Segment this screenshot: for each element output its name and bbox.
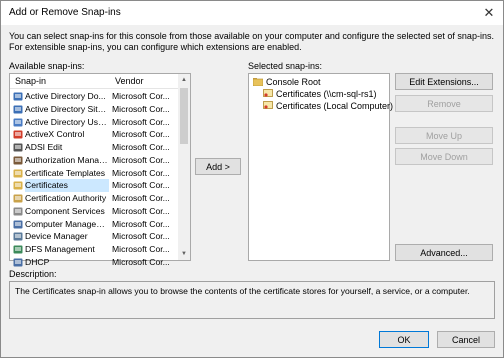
snapin-vendor: Microsoft Cor...	[112, 256, 170, 267]
snapin-vendor: Microsoft Cor...	[112, 244, 170, 254]
description-label: Description:	[9, 269, 57, 279]
snapin-row[interactable]: Device Manager Microsoft Cor...	[10, 230, 178, 243]
snapin-vendor: Microsoft Cor...	[112, 142, 170, 152]
snapin-row[interactable]: Active Directory Use... Microsoft Cor...	[10, 116, 178, 129]
snapin-name: ActiveX Control	[25, 129, 85, 140]
snapin-name: Certificate Templates	[25, 167, 106, 178]
edit-extensions-button[interactable]: Edit Extensions...	[395, 73, 493, 90]
scroll-up-arrow-icon[interactable]: ▲	[178, 74, 190, 86]
snapin-name: Authorization Manager	[25, 154, 109, 165]
dfs-icon	[13, 245, 23, 254]
remove-button[interactable]: Remove	[395, 95, 493, 112]
certificate-icon	[263, 101, 273, 109]
ad-domains-icon	[13, 92, 23, 101]
scroll-thumb[interactable]	[180, 88, 188, 144]
scroll-down-arrow-icon[interactable]: ▼	[178, 248, 190, 260]
snapin-vendor: Microsoft Cor...	[112, 103, 170, 114]
snapin-name: Certification Authority	[25, 193, 107, 203]
component-services-icon	[13, 207, 23, 216]
snapin-vendor: Microsoft Cor...	[112, 205, 170, 216]
move-down-button[interactable]: Move Down	[395, 148, 493, 165]
ad-sites-icon	[13, 105, 23, 114]
cancel-button[interactable]: Cancel	[437, 331, 495, 348]
snapin-name: Certificates	[25, 179, 109, 192]
snapin-row[interactable]: Active Directory Do... Microsoft Cor...	[10, 90, 178, 103]
snapin-rows: Active Directory Do... Microsoft Cor... Ac…	[10, 90, 178, 269]
snapin-vendor: Microsoft Cor...	[112, 218, 170, 229]
description-box: The Certificates snap-in allows you to b…	[9, 281, 495, 319]
snapin-row[interactable]: ActiveX Control Microsoft Cor...	[10, 128, 178, 141]
selected-snapins-tree[interactable]: Console Root Certificates (\\cm-sql-rs1)…	[248, 73, 393, 261]
available-snapins-list[interactable]: Snap-in Vendor Active Directory Do... Mic…	[9, 73, 191, 267]
snapin-vendor: Microsoft Cor...	[112, 91, 170, 101]
snapin-row[interactable]: Active Directory Site... Microsoft Cor...	[10, 103, 178, 116]
column-header-vendor[interactable]: Vendor	[115, 76, 144, 86]
snapin-vendor: Microsoft Cor...	[112, 154, 170, 165]
snapin-row[interactable]: Authorization Manager Microsoft Cor...	[10, 154, 178, 167]
available-snapins-label: Available snap-ins:	[9, 61, 85, 71]
snapin-name: DHCP	[25, 256, 50, 267]
dhcp-icon	[13, 258, 23, 267]
snapin-vendor: Microsoft Cor...	[112, 167, 170, 178]
move-up-button[interactable]: Move Up	[395, 127, 493, 144]
device-manager-icon	[13, 232, 23, 241]
authorization-icon	[13, 156, 23, 165]
vertical-scrollbar[interactable]: ▲ ▼	[178, 74, 190, 260]
certificates-icon	[13, 181, 23, 190]
snapin-row[interactable]: DHCP Microsoft Cor...	[10, 256, 178, 269]
computer-management-icon	[13, 220, 23, 228]
snapin-row[interactable]: ADSI Edit Microsoft Cor...	[10, 141, 178, 154]
column-header-snapin[interactable]: Snap-in	[15, 76, 46, 86]
advanced-button[interactable]: Advanced...	[395, 244, 493, 261]
intro-text: You can select snap-ins for this console…	[9, 31, 494, 52]
title-bar: Add or Remove Snap-ins ✕	[1, 1, 503, 25]
add-button[interactable]: Add >	[195, 158, 241, 175]
ok-button[interactable]: OK	[379, 331, 429, 348]
ad-users-icon	[13, 118, 23, 126]
snapin-name: Component Services	[25, 205, 105, 216]
snapin-vendor: Microsoft Cor...	[112, 193, 170, 203]
activex-icon	[13, 130, 23, 139]
snapin-name: ADSI Edit	[25, 142, 63, 152]
certification-authority-icon	[13, 194, 23, 203]
add-remove-snapins-dialog: Add or Remove Snap-ins ✕ You can select …	[0, 0, 504, 358]
certificate-icon	[263, 89, 273, 97]
snapin-row[interactable]: Component Services Microsoft Cor...	[10, 205, 178, 218]
snapin-row[interactable]: Certificates Microsoft Cor...	[10, 179, 178, 192]
close-button[interactable]: ✕	[479, 4, 499, 22]
snapin-row[interactable]: Certification Authority Microsoft Cor...	[10, 192, 178, 205]
snapin-vendor: Microsoft Cor...	[112, 129, 170, 140]
snapin-vendor: Microsoft Cor...	[112, 180, 170, 191]
snapin-row[interactable]: Certificate Templates Microsoft Cor...	[10, 167, 178, 180]
snapin-name: Active Directory Use...	[25, 116, 109, 127]
certificate-templates-icon	[13, 169, 23, 177]
snapin-name: DFS Management	[25, 244, 95, 254]
snapin-name: Active Directory Site...	[25, 103, 109, 114]
selected-snapins-label: Selected snap-ins:	[248, 61, 323, 71]
list-header: Snap-in Vendor	[10, 74, 178, 89]
snapin-name: Active Directory Do...	[25, 91, 106, 101]
snapin-row[interactable]: DFS Management Microsoft Cor...	[10, 243, 178, 256]
snapin-vendor: Microsoft Cor...	[112, 116, 170, 127]
snapin-name: Computer Managem...	[25, 218, 109, 229]
window-title: Add or Remove Snap-ins	[9, 7, 121, 18]
folder-icon	[253, 78, 263, 86]
adsi-icon	[13, 143, 23, 152]
snapin-name: Device Manager	[25, 231, 88, 242]
snapin-vendor: Microsoft Cor...	[112, 231, 170, 242]
snapin-row[interactable]: Computer Managem... Microsoft Cor...	[10, 218, 178, 231]
